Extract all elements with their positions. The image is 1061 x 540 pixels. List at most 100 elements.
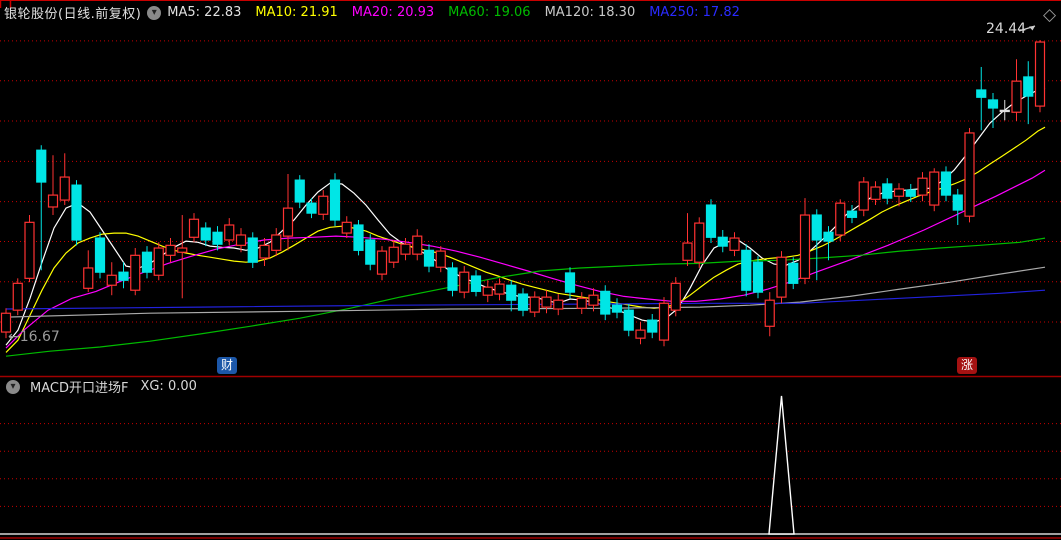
candle-body bbox=[1034, 41, 1046, 107]
candle-body bbox=[224, 224, 235, 241]
candle-body bbox=[400, 243, 411, 255]
candle-body bbox=[212, 231, 223, 245]
limit-up-badge-zhang[interactable]: 涨 bbox=[957, 357, 977, 374]
high-arrow-head bbox=[1029, 26, 1035, 31]
candle-body bbox=[611, 304, 623, 313]
candle-body bbox=[294, 179, 305, 203]
candle-body bbox=[999, 109, 1010, 113]
candle-body bbox=[165, 244, 176, 256]
candle-body bbox=[282, 207, 294, 237]
candle-body bbox=[59, 176, 70, 201]
candle-body bbox=[835, 202, 846, 236]
candle-body bbox=[118, 271, 129, 281]
candle-body bbox=[24, 221, 35, 279]
candle-body bbox=[741, 249, 752, 291]
candle-body bbox=[470, 275, 482, 292]
candle-body bbox=[929, 171, 940, 206]
candle-body bbox=[905, 189, 916, 197]
candle-body bbox=[682, 242, 693, 261]
candle-body bbox=[882, 183, 893, 199]
candle-body bbox=[353, 224, 364, 251]
candle-body bbox=[658, 302, 670, 341]
candle-body bbox=[271, 234, 282, 251]
candle-body bbox=[788, 262, 799, 284]
candle-body bbox=[306, 202, 317, 214]
ma10-value-label: MA10: 21.91 bbox=[255, 5, 338, 20]
candle-body bbox=[36, 149, 47, 183]
candlestick-chart-canvas[interactable] bbox=[0, 0, 1061, 540]
candle-body bbox=[694, 222, 705, 263]
diamond-icon[interactable]: ◇ bbox=[1043, 5, 1056, 25]
candle-body bbox=[435, 250, 446, 268]
candle-body bbox=[647, 319, 658, 333]
xg-signal-spike bbox=[768, 395, 795, 535]
ma60-value-label: MA60: 19.06 bbox=[448, 5, 531, 20]
candle-body bbox=[12, 282, 23, 311]
candle-body bbox=[776, 256, 787, 298]
candle-body bbox=[506, 284, 517, 301]
candle-body bbox=[893, 188, 905, 197]
candle-body bbox=[177, 247, 188, 253]
candle-body bbox=[447, 267, 458, 291]
candle-body bbox=[705, 204, 717, 238]
candle-body bbox=[823, 231, 834, 242]
candle-body bbox=[729, 237, 740, 251]
candle-body bbox=[952, 194, 963, 211]
candle-body bbox=[987, 99, 999, 109]
candle-body bbox=[153, 247, 164, 276]
candle-body bbox=[94, 237, 106, 273]
candle-body bbox=[588, 294, 599, 306]
candle-body bbox=[200, 227, 211, 241]
candle-body bbox=[752, 261, 764, 293]
candle-body bbox=[388, 246, 399, 263]
candle-body bbox=[318, 195, 329, 215]
candle-body bbox=[188, 218, 200, 238]
stock-chart-app: 银轮股份(日线.前复权) ▾ MA5: 22.83 MA10: 21.91 MA… bbox=[0, 0, 1061, 540]
chevron-down-icon[interactable]: ▾ bbox=[6, 379, 20, 394]
candle-body bbox=[130, 254, 141, 291]
candle-body bbox=[541, 296, 552, 308]
candle-body bbox=[141, 251, 153, 273]
high-price-label: 24.44 bbox=[986, 21, 1027, 37]
candle-body bbox=[717, 236, 728, 247]
candle-body bbox=[811, 214, 822, 241]
left-edge-price-label: ←16.67 bbox=[8, 329, 60, 345]
candle-body bbox=[799, 214, 811, 279]
candle-body bbox=[764, 299, 775, 327]
candle-body bbox=[365, 239, 376, 265]
news-badge-cai[interactable]: 财 bbox=[217, 357, 237, 374]
candle-body bbox=[553, 299, 564, 310]
candle-body bbox=[964, 132, 975, 217]
candle-body bbox=[1023, 76, 1034, 97]
candle-body bbox=[635, 329, 646, 339]
candle-body bbox=[529, 296, 540, 313]
candle-body bbox=[459, 271, 470, 293]
candle-body bbox=[482, 286, 493, 296]
candle-body bbox=[976, 89, 987, 98]
candle-body bbox=[329, 179, 341, 221]
candle-body bbox=[423, 249, 435, 267]
ma-line-ma10 bbox=[5, 126, 1046, 353]
candle-body bbox=[576, 297, 587, 309]
indicator-name: MACD开口进场F bbox=[30, 381, 129, 396]
indicator-xg-value: XG: 0.00 bbox=[140, 379, 197, 394]
candle-body bbox=[341, 221, 352, 234]
chevron-down-icon[interactable]: ▾ bbox=[147, 5, 162, 20]
info-bar: 银轮股份(日线.前复权) ▾ MA5: 22.83 MA10: 21.91 MA… bbox=[0, 2, 1061, 23]
stock-title: 银轮股份(日线.前复权) bbox=[4, 7, 142, 22]
candle-body bbox=[412, 235, 423, 255]
ma120-value-label: MA120: 18.30 bbox=[544, 5, 636, 20]
candle-body bbox=[494, 283, 505, 295]
candle-body bbox=[259, 244, 270, 259]
candle-body bbox=[940, 171, 952, 196]
indicator-panel-header: ▾ MACD开口进场F XG: 0.00 bbox=[0, 378, 1061, 396]
candle-body bbox=[858, 181, 869, 211]
candle-body bbox=[870, 186, 881, 200]
candle-body bbox=[564, 272, 576, 293]
candle-body bbox=[846, 210, 858, 218]
candle-body bbox=[47, 194, 59, 208]
candle-body bbox=[235, 234, 247, 246]
ma20-value-label: MA20: 20.93 bbox=[351, 5, 435, 20]
candle-body bbox=[247, 237, 258, 263]
candle-body bbox=[1011, 80, 1022, 113]
